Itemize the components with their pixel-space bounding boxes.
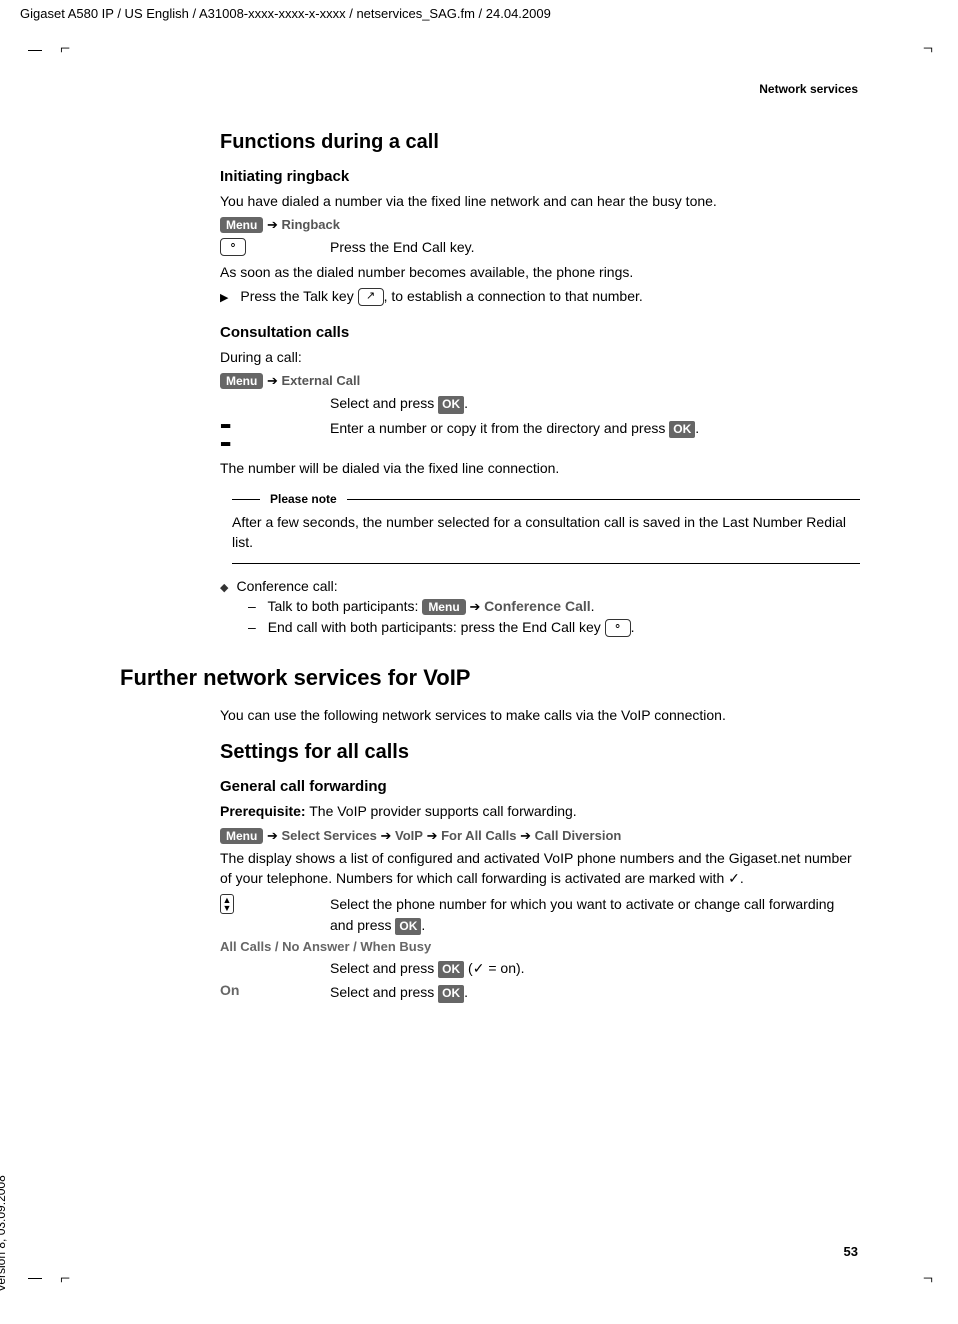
- instruction-row: ▲▼ Select the phone number for which you…: [220, 894, 860, 935]
- body-text: You have dialed a number via the fixed l…: [220, 191, 860, 211]
- arrow-icon: ➔: [267, 217, 282, 232]
- on-label: On: [220, 982, 239, 998]
- section-heading: Settings for all calls: [220, 741, 860, 764]
- ok-pill: OK: [669, 421, 695, 438]
- bullet-item: Press the Talk key ↗, to establish a con…: [220, 288, 860, 306]
- arrow-icon: ➔: [267, 373, 282, 388]
- arrow-icon: ➔: [520, 828, 535, 843]
- menu-path: Menu ➔ External Call: [220, 373, 860, 389]
- instruction-row: ▪▪▪▪▪▪ Enter a number or copy it from th…: [220, 418, 860, 454]
- dash-item: Talk to both participants: Menu ➔ Confer…: [248, 598, 860, 615]
- page-header-section: Network services: [759, 82, 858, 96]
- instruction-text: Select and press OK (✓ = on).: [330, 958, 860, 978]
- instruction-text: Select the phone number for which you wa…: [330, 894, 860, 935]
- instruction-row: Select and press OK (✓ = on).: [220, 958, 860, 978]
- menu-path: Menu ➔ Select Services ➔ VoIP ➔ For All …: [220, 828, 860, 844]
- body-text: The display shows a list of configured a…: [220, 848, 860, 889]
- instruction-text: Select and press OK.: [330, 393, 860, 413]
- ok-pill: OK: [438, 961, 464, 978]
- bullet-item: Conference call:: [220, 578, 860, 594]
- instruction-text: Enter a number or copy it from the direc…: [330, 418, 860, 454]
- mode-options: All Calls / No Answer / When Busy: [220, 939, 860, 954]
- menu-item: Ringback: [281, 217, 340, 232]
- keypad-icon: ▪▪▪▪▪▪: [220, 418, 228, 453]
- crop-mark: ⌐: [60, 1268, 70, 1289]
- note-label: Please note: [270, 492, 337, 506]
- menu-item: Conference Call: [484, 598, 591, 614]
- body-text: The number will be dialed via the fixed …: [220, 458, 860, 478]
- crop-dash: [28, 50, 42, 51]
- menu-item: Select Services: [281, 828, 376, 843]
- ok-pill: OK: [438, 985, 464, 1002]
- up-down-key-icon: ▲▼: [220, 894, 234, 914]
- menu-pill: Menu: [220, 373, 263, 389]
- menu-pill: Menu: [422, 599, 465, 615]
- body-text: You can use the following network servic…: [220, 705, 860, 725]
- arrow-icon: ➔: [427, 828, 442, 843]
- page-content: Functions during a call Initiating ringb…: [120, 115, 860, 1007]
- ok-pill: OK: [438, 396, 464, 413]
- note-text: After a few seconds, the number selected…: [232, 512, 860, 553]
- document-path-header: Gigaset A580 IP / US English / A31008-xx…: [20, 6, 551, 21]
- main-heading: Further network services for VoIP: [120, 665, 860, 691]
- end-call-key-icon: ⚬: [605, 619, 631, 637]
- dash-item: End call with both participants: press t…: [248, 619, 860, 637]
- instruction-text: Press the End Call key.: [330, 237, 860, 257]
- page-number: 53: [844, 1244, 858, 1259]
- section-heading: Functions during a call: [220, 131, 860, 154]
- arrow-icon: ➔: [267, 828, 282, 843]
- menu-path: Menu ➔ Ringback: [220, 217, 860, 233]
- end-call-key-icon: ⚬: [220, 238, 246, 256]
- body-text: Prerequisite: The VoIP provider supports…: [220, 801, 860, 821]
- instruction-row: On Select and press OK.: [220, 982, 860, 1002]
- crop-dash: [28, 1278, 42, 1279]
- note-box: Please note After a few seconds, the num…: [232, 492, 860, 564]
- sub-heading: General call forwarding: [220, 778, 860, 795]
- menu-item: VoIP: [395, 828, 423, 843]
- instruction-row: Select and press OK.: [220, 393, 860, 413]
- crop-mark: ¬: [923, 38, 933, 59]
- instruction-row: ⚬ Press the End Call key.: [220, 237, 860, 257]
- menu-pill: Menu: [220, 828, 263, 844]
- menu-pill: Menu: [220, 217, 263, 233]
- crop-mark: ⌐: [60, 38, 70, 59]
- body-text: During a call:: [220, 347, 860, 367]
- menu-item: External Call: [281, 373, 360, 388]
- arrow-icon: ➔: [470, 599, 485, 614]
- arrow-icon: ➔: [381, 828, 396, 843]
- talk-key-icon: ↗: [358, 288, 384, 306]
- sub-heading: Initiating ringback: [220, 168, 860, 185]
- body-text: As soon as the dialed number becomes ava…: [220, 262, 860, 282]
- instruction-text: Select and press OK.: [330, 982, 860, 1002]
- menu-item: Call Diversion: [535, 828, 622, 843]
- sub-heading: Consultation calls: [220, 324, 860, 341]
- menu-item: For All Calls: [441, 828, 516, 843]
- crop-mark: ¬: [923, 1268, 933, 1289]
- ok-pill: OK: [395, 918, 421, 935]
- version-text: Version 8, 03.09.2008: [0, 1175, 8, 1292]
- checkmark-icon: ✓: [728, 870, 740, 886]
- checkmark-icon: ✓: [473, 960, 485, 976]
